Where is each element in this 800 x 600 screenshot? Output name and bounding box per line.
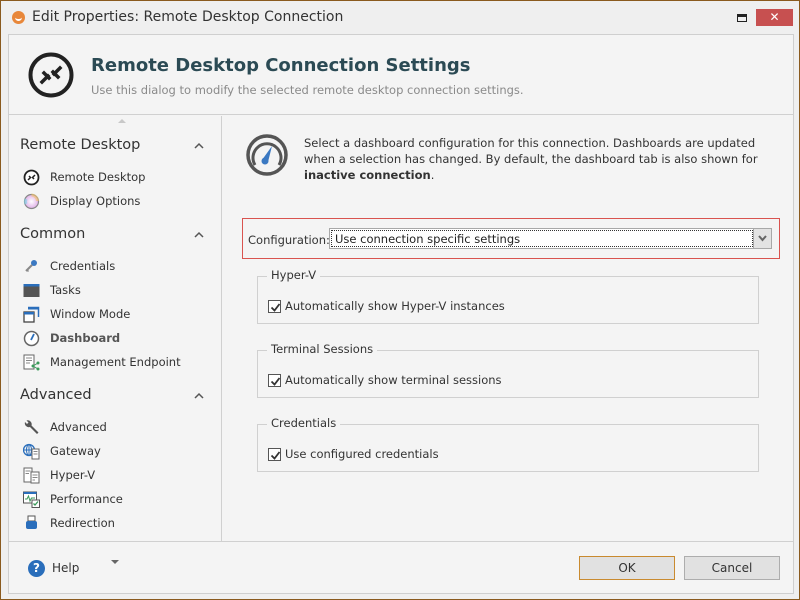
checkmark-icon: [270, 303, 281, 312]
sidebar-item-window-mode[interactable]: Window Mode: [23, 304, 213, 324]
gauge-icon: [23, 330, 40, 347]
key-icon: [25, 260, 37, 273]
sidebar-item-management-endpoint[interactable]: Management Endpoint: [23, 352, 213, 372]
chevron-up-icon[interactable]: [194, 230, 204, 240]
terminal-sessions-checkbox[interactable]: [268, 374, 281, 387]
sidebar-item-credentials[interactable]: Credentials: [23, 256, 213, 276]
window-title: Edit Properties: Remote Desktop Connecti…: [32, 9, 344, 25]
chevron-down-icon: [758, 235, 767, 242]
sidebar-group-advanced[interactable]: Advanced: [20, 387, 92, 403]
group-title: Credentials: [267, 416, 341, 430]
group-title: Hyper-V: [267, 268, 321, 282]
configuration-value: Use connection specific settings: [331, 230, 753, 247]
configuration-select[interactable]: Use connection specific settings: [329, 228, 755, 249]
gateway-icon: [23, 443, 40, 460]
tasks-icon: [23, 284, 40, 297]
window-icon: [23, 306, 40, 323]
group-terminal-sessions: Terminal Sessions Automatically show ter…: [257, 342, 759, 398]
configuration-dropdown-button[interactable]: [753, 228, 772, 249]
sidebar-item-advanced[interactable]: Advanced: [23, 417, 213, 437]
page-subtitle: Use this dialog to modify the selected r…: [91, 83, 524, 97]
remote-desktop-icon: [28, 52, 74, 98]
performance-icon: [23, 491, 40, 508]
title-bar: Edit Properties: Remote Desktop Connecti…: [1, 1, 799, 34]
dialog-window: Edit Properties: Remote Desktop Connecti…: [0, 0, 800, 600]
sidebar-item-gateway[interactable]: Gateway: [23, 441, 213, 461]
group-title: Terminal Sessions: [267, 342, 378, 356]
sidebar-item-redirection[interactable]: Redirection: [23, 513, 213, 533]
checkmark-icon: [270, 451, 281, 460]
group-hyper-v: Hyper-V Automatically show Hyper-V insta…: [257, 268, 759, 324]
gauge-icon: [246, 134, 288, 176]
dialog-footer: ? Help OK Cancel: [9, 541, 793, 594]
page-title: Remote Desktop Connection Settings: [91, 55, 471, 76]
chevron-up-icon[interactable]: [194, 141, 204, 151]
ok-button[interactable]: OK: [579, 556, 675, 580]
help-link[interactable]: ? Help: [28, 560, 88, 578]
group-credentials: Credentials Use configured credentials: [257, 416, 759, 472]
sidebar-item-display-options[interactable]: Display Options: [23, 191, 213, 211]
content-frame: Remote Desktop Connection Settings Use t…: [8, 34, 794, 594]
color-wheel-icon: [23, 193, 40, 210]
sidebar-item-hyper-v[interactable]: Hyper-V: [23, 465, 213, 485]
scroll-up-arrow[interactable]: [118, 119, 126, 123]
usb-icon: [26, 515, 37, 529]
app-icon: [12, 11, 25, 24]
close-button[interactable]: ✕: [756, 9, 793, 26]
endpoint-icon: [23, 354, 40, 371]
wrench-icon: [24, 420, 39, 434]
credentials-checkbox[interactable]: [268, 448, 281, 461]
configuration-label: Configuration:: [248, 233, 330, 247]
maximize-button[interactable]: [737, 14, 747, 22]
dashboard-settings-panel: Select a dashboard configuration for thi…: [223, 116, 793, 541]
checkmark-icon: [270, 377, 281, 386]
dashboard-description: Select a dashboard configuration for thi…: [304, 136, 758, 182]
help-icon: ?: [28, 560, 45, 577]
remote-desktop-icon: [23, 169, 40, 186]
hyper-v-checkbox[interactable]: [268, 300, 281, 313]
server-icon: [23, 467, 40, 484]
chevron-up-icon[interactable]: [194, 391, 204, 401]
sidebar-group-remote-desktop[interactable]: Remote Desktop: [20, 137, 140, 153]
sidebar-item-performance[interactable]: Performance: [23, 489, 213, 509]
dialog-header: Remote Desktop Connection Settings Use t…: [9, 35, 793, 115]
configuration-row: Configuration: Use connection specific s…: [242, 218, 780, 259]
sidebar-group-common[interactable]: Common: [20, 226, 85, 242]
sidebar-item-remote-desktop[interactable]: Remote Desktop: [23, 167, 213, 187]
cancel-button[interactable]: Cancel: [684, 556, 780, 580]
sidebar-item-dashboard[interactable]: Dashboard: [23, 328, 213, 348]
sidebar: Remote Desktop Remote Desktop Display Op…: [9, 116, 222, 564]
sidebar-item-tasks[interactable]: Tasks: [23, 280, 213, 300]
